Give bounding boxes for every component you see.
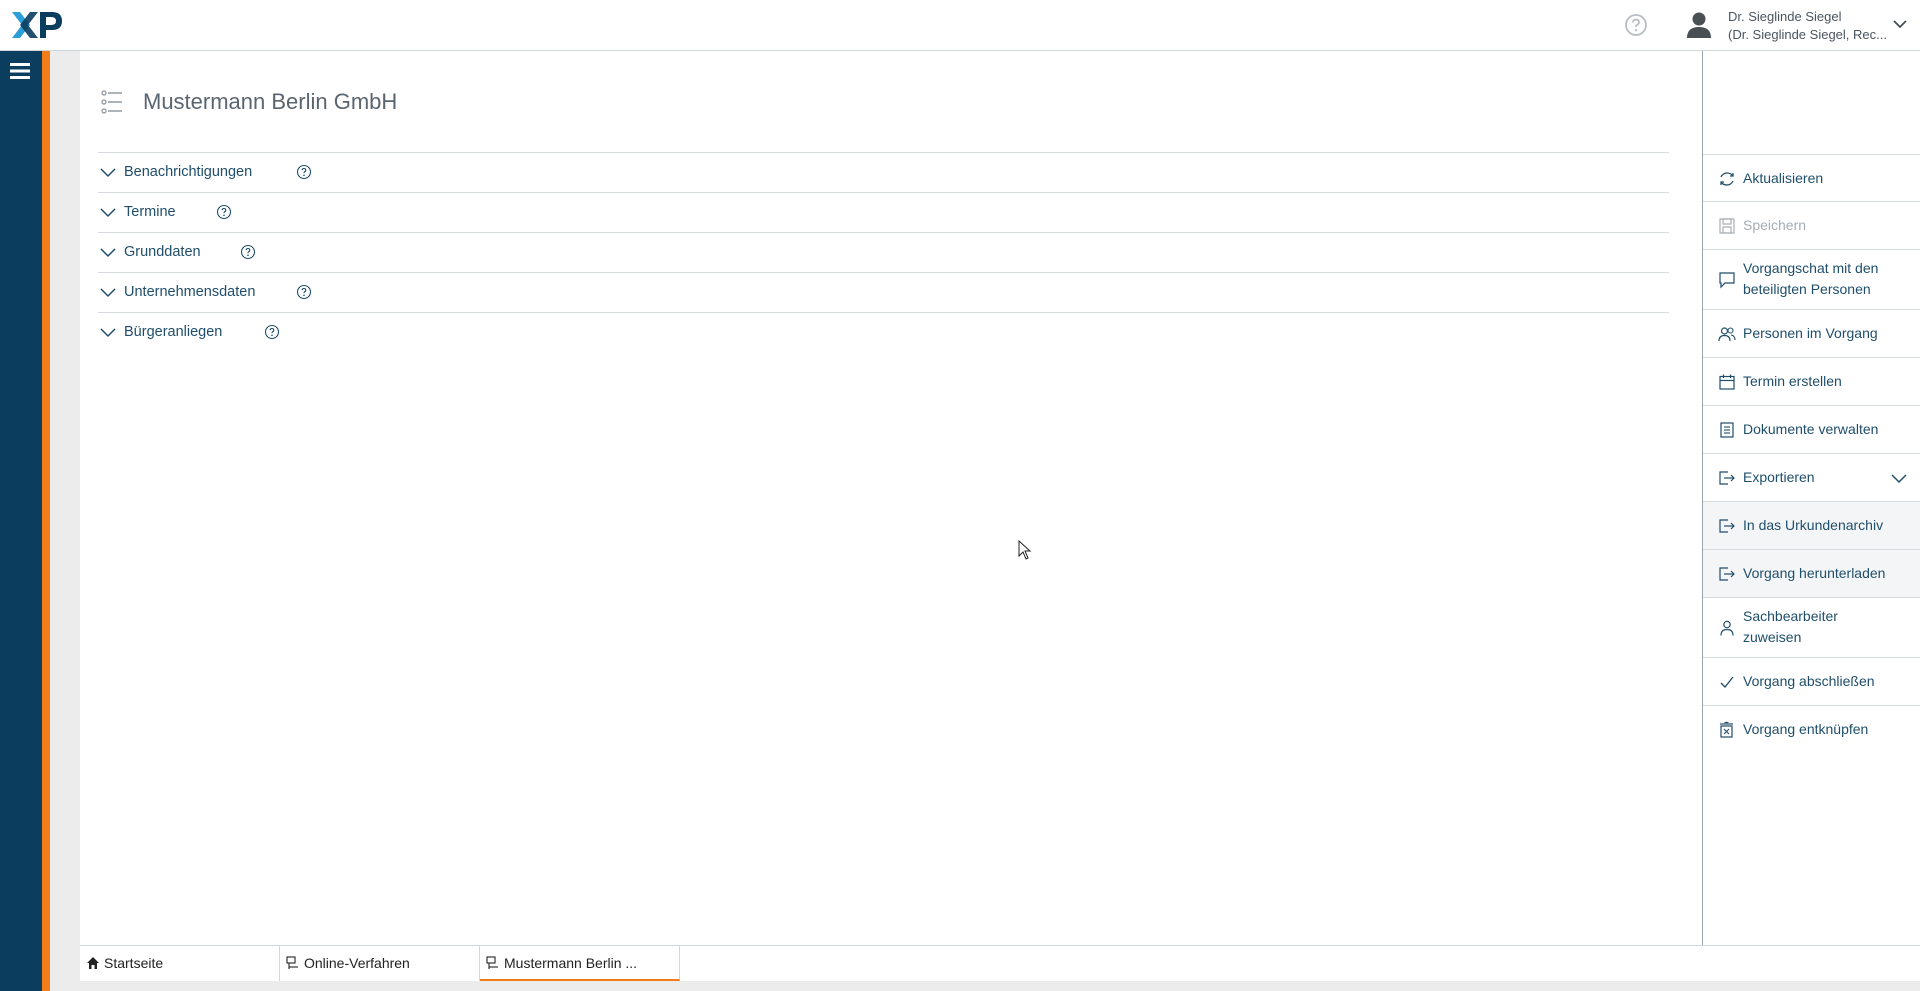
download-button[interactable]: Vorgang herunterladen — [1703, 550, 1920, 598]
chevron-down-icon[interactable] — [100, 246, 116, 258]
chevron-down-icon[interactable] — [1892, 18, 1908, 30]
section-label[interactable]: Unternehmensdaten — [124, 284, 255, 300]
export-label[interactable]: Exportieren — [1743, 467, 1815, 488]
chat-button[interactable]: Vorgangschat mit den beteiligten Persone… — [1703, 250, 1920, 310]
section-grunddaten[interactable]: Grunddaten — [98, 233, 1669, 273]
mouse-cursor-icon — [1018, 540, 1032, 560]
person-icon — [1720, 620, 1734, 636]
action-panel: Aktualisieren Speichern Vorgangschat mit… — [1702, 51, 1920, 945]
assign-clerk-label-line1[interactable]: Sachbearbeiter — [1743, 606, 1838, 627]
user-role[interactable]: (Dr. Sieglinde Siegel, Rec... — [1728, 26, 1887, 44]
section-label[interactable]: Benachrichtigungen — [124, 164, 252, 180]
section-buergeranliegen[interactable]: Bürgeranliegen — [98, 313, 1669, 353]
section-benachrichtigungen[interactable]: Benachrichtigungen — [98, 153, 1669, 193]
section-unternehmensdaten[interactable]: Unternehmensdaten — [98, 273, 1669, 313]
assign-clerk-label-line2[interactable]: zuweisen — [1743, 627, 1801, 648]
left-nav — [0, 51, 42, 991]
document-icon — [1720, 422, 1734, 438]
section-termine[interactable]: Termine — [98, 193, 1669, 233]
footer-strip — [50, 981, 1920, 991]
tab-online-verfahren[interactable]: Online-Verfahren — [280, 946, 480, 981]
refresh-label[interactable]: Aktualisieren — [1743, 168, 1823, 189]
unlink-case-label[interactable]: Vorgang entknüpfen — [1743, 719, 1868, 740]
create-appointment-button[interactable]: Termin erstellen — [1703, 358, 1920, 406]
download-label[interactable]: Vorgang herunterladen — [1743, 563, 1885, 584]
user-name[interactable]: Dr. Sieglinde Siegel — [1728, 8, 1841, 26]
chevron-down-icon[interactable] — [100, 206, 116, 218]
export-button[interactable]: Exportieren — [1703, 454, 1920, 502]
close-case-button[interactable]: Vorgang abschließen — [1703, 658, 1920, 706]
help-icon[interactable] — [296, 284, 312, 300]
chevron-down-icon[interactable] — [100, 166, 116, 178]
export-icon — [1719, 567, 1735, 581]
gutter — [50, 51, 80, 991]
archive-label[interactable]: In das Urkundenarchiv — [1743, 515, 1883, 536]
chevron-down-icon[interactable] — [100, 286, 116, 298]
tab-label[interactable]: Online-Verfahren — [304, 955, 410, 971]
chat-label-line1[interactable]: Vorgangschat mit den — [1743, 258, 1878, 279]
manage-documents-button[interactable]: Dokumente verwalten — [1703, 406, 1920, 454]
page-title: Mustermann Berlin GmbH — [143, 89, 398, 114]
export-icon — [1719, 471, 1735, 485]
tab-startseite[interactable]: Startseite — [80, 946, 280, 981]
accent-stripe — [42, 51, 50, 991]
hamburger-menu-icon[interactable] — [10, 62, 32, 80]
refresh-button[interactable]: Aktualisieren — [1703, 154, 1920, 202]
section-label[interactable]: Grunddaten — [124, 244, 201, 260]
create-appointment-label[interactable]: Termin erstellen — [1743, 371, 1842, 392]
checkmark-icon — [1720, 676, 1734, 688]
people-icon — [1718, 327, 1736, 342]
persons-button[interactable]: Personen im Vorgang — [1703, 310, 1920, 358]
unlink-icon — [1720, 721, 1733, 738]
export-icon — [1719, 519, 1735, 533]
manage-documents-label[interactable]: Dokumente verwalten — [1743, 419, 1878, 440]
section-label[interactable]: Bürgeranliegen — [124, 324, 222, 340]
xp-logo[interactable] — [10, 8, 64, 42]
list-icon — [101, 90, 122, 114]
user-avatar-icon[interactable] — [1686, 11, 1712, 39]
archive-button[interactable]: In das Urkundenarchiv — [1703, 502, 1920, 550]
chat-label-line2[interactable]: beteiligten Personen — [1743, 279, 1871, 300]
unlink-case-button[interactable]: Vorgang entknüpfen — [1703, 706, 1920, 754]
help-icon[interactable] — [216, 204, 232, 220]
help-icon[interactable] — [264, 324, 280, 340]
persons-label[interactable]: Personen im Vorgang — [1743, 323, 1878, 344]
top-bar: Dr. Sieglinde Siegel (Dr. Sieglinde Sieg… — [0, 0, 1920, 51]
process-icon — [486, 956, 498, 969]
tab-label[interactable]: Mustermann Berlin ... — [504, 955, 637, 971]
help-icon[interactable] — [296, 164, 312, 180]
tab-mustermann[interactable]: Mustermann Berlin ... — [480, 946, 680, 981]
save-label[interactable]: Speichern — [1743, 215, 1806, 236]
chevron-down-icon[interactable] — [1891, 472, 1907, 484]
bottom-tab-bar: Startseite Online-Verfahren Mustermann B… — [80, 945, 1920, 981]
close-case-label[interactable]: Vorgang abschließen — [1743, 671, 1875, 692]
calendar-icon — [1719, 374, 1735, 390]
save-icon — [1719, 218, 1735, 234]
assign-clerk-button[interactable]: Sachbearbeiter zuweisen — [1703, 598, 1920, 658]
tab-label[interactable]: Startseite — [104, 955, 163, 971]
chevron-down-icon[interactable] — [100, 326, 116, 338]
process-icon — [286, 956, 298, 969]
help-icon[interactable] — [1624, 13, 1648, 37]
chat-icon — [1719, 272, 1735, 289]
section-label[interactable]: Termine — [124, 204, 176, 220]
home-icon — [87, 957, 99, 969]
save-button[interactable]: Speichern — [1703, 202, 1920, 250]
help-icon[interactable] — [240, 244, 256, 260]
refresh-icon — [1720, 172, 1734, 186]
